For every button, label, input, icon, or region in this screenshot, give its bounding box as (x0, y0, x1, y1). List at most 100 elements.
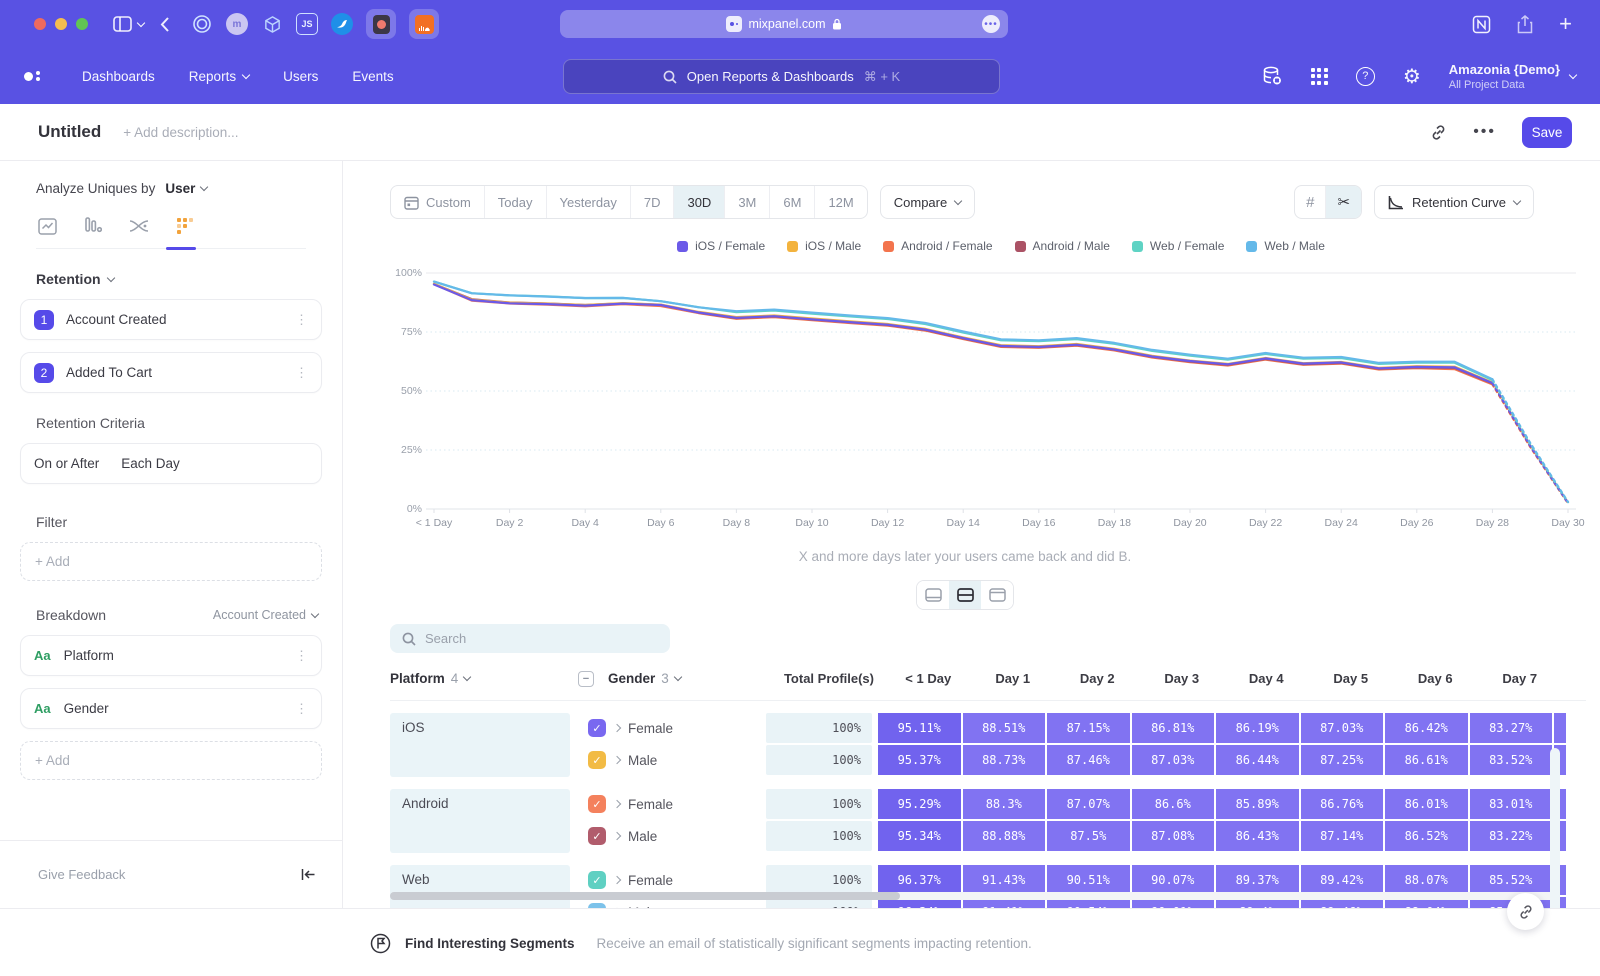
column-header-day-2[interactable]: Day 2 (1055, 671, 1140, 686)
retention-value-cell[interactable]: 87.03% (1132, 745, 1215, 775)
date-range-custom[interactable]: Custom (391, 186, 485, 218)
retention-value-cell[interactable]: 83.52% (1470, 745, 1553, 775)
nav-link-users[interactable]: Users (283, 69, 318, 84)
series-checkbox[interactable]: ✓ (588, 719, 606, 737)
column-header-day-1[interactable]: Day 1 (971, 671, 1056, 686)
expand-chevron-icon[interactable] (613, 832, 621, 840)
report-title[interactable]: Untitled (38, 122, 101, 142)
gender-cell[interactable]: ✓Female (578, 789, 766, 819)
retention-value-cell[interactable]: 95.29% (878, 789, 961, 819)
table-search-input[interactable]: Search (390, 624, 670, 653)
retention-value-cell[interactable]: 87.46% (1047, 745, 1130, 775)
analyze-value-dropdown[interactable]: User (165, 181, 195, 196)
layout-chart-only-button[interactable] (917, 581, 949, 609)
date-range-3m[interactable]: 3M (725, 186, 770, 218)
expand-chevron-icon[interactable] (613, 876, 621, 884)
column-header-day-6[interactable]: Day 6 (1393, 671, 1478, 686)
retention-value-cell[interactable]: 95.11% (878, 713, 961, 743)
date-range-7d[interactable]: 7D (631, 186, 675, 218)
back-button[interactable] (160, 17, 169, 32)
retention-value-cell[interactable]: 89.37% (1216, 865, 1299, 895)
new-tab-icon[interactable]: + (1559, 11, 1572, 37)
retention-value-cell[interactable]: 88.07% (1385, 865, 1468, 895)
retention-value-cell[interactable]: 87.07% (1047, 789, 1130, 819)
column-header-day-4[interactable]: Day 4 (1224, 671, 1309, 686)
retention-value-cell[interactable]: 95.34% (878, 821, 961, 851)
retention-value-cell[interactable]: 87.5% (1047, 821, 1130, 851)
add-description-field[interactable]: + Add description... (123, 125, 238, 140)
platform-cell[interactable]: Android (390, 789, 570, 853)
date-range-today[interactable]: Today (485, 186, 547, 218)
copy-link-icon[interactable] (1430, 124, 1447, 141)
retention-value-cell[interactable]: 86.43% (1216, 821, 1299, 851)
retention-value-cell[interactable]: 86.6% (1132, 789, 1215, 819)
retention-value-cell[interactable]: 85.52% (1470, 865, 1553, 895)
gender-cell[interactable]: ✓Male (578, 821, 766, 851)
share-icon[interactable] (1517, 15, 1533, 34)
retention-value-cell[interactable]: 87.08% (1132, 821, 1215, 851)
retention-value-cell[interactable]: 95.37% (878, 745, 961, 775)
tab-insights-icon[interactable] (36, 216, 58, 236)
retention-value-cell[interactable]: 88.73% (963, 745, 1046, 775)
date-range-30d[interactable]: 30D (674, 186, 725, 218)
date-range-6m[interactable]: 6M (770, 186, 815, 218)
retention-value-cell[interactable]: 86.81% (1132, 713, 1215, 743)
criteria-card[interactable]: On or After Each Day (20, 443, 322, 484)
gender-cell[interactable]: ✓Female (578, 713, 766, 743)
collapse-sidebar-icon[interactable] (301, 868, 316, 881)
horizontal-scrollbar[interactable] (390, 892, 1554, 900)
retention-value-cell[interactable]: 83.22% (1470, 821, 1553, 851)
retention-value-cell[interactable]: 83.01% (1470, 789, 1553, 819)
mixpanel-logo[interactable] (24, 71, 40, 81)
global-search[interactable]: Open Reports & Dashboards ⌘ + K (563, 59, 1000, 94)
retention-value-cell[interactable]: 90.51% (1047, 865, 1130, 895)
retention-value-cell[interactable]: 87.25% (1301, 745, 1384, 775)
step-more-button[interactable]: ⋮ (295, 312, 308, 328)
select-all-checkbox[interactable]: − (578, 671, 594, 687)
retention-value-cell[interactable]: 86.01% (1385, 789, 1468, 819)
compare-button[interactable]: Compare (880, 185, 975, 219)
save-button[interactable]: Save (1522, 117, 1572, 148)
target-extension-icon[interactable] (191, 13, 213, 35)
legend-item[interactable]: iOS / Female (677, 239, 765, 253)
gender-cell[interactable]: ✓Male (578, 745, 766, 775)
series-checkbox[interactable]: ✓ (588, 871, 606, 889)
more-options-button[interactable]: ••• (1473, 123, 1496, 141)
notes-app-extension-icon[interactable] (366, 9, 396, 39)
platform-cell[interactable]: iOS (390, 713, 570, 777)
legend-item[interactable]: Android / Female (883, 239, 992, 253)
legend-item[interactable]: Web / Female (1132, 239, 1224, 253)
retention-value-cell[interactable]: 86.76% (1301, 789, 1384, 819)
retention-value-cell[interactable]: 90.07% (1132, 865, 1215, 895)
series-checkbox[interactable]: ✓ (588, 795, 606, 813)
project-switcher[interactable]: Amazonia {Demo} All Project Data (1449, 62, 1576, 91)
breakdown-add-button[interactable]: + Add (20, 741, 322, 780)
vertical-scrollbar[interactable] (1550, 748, 1560, 908)
expand-chevron-icon[interactable] (613, 800, 621, 808)
retention-value-cell[interactable]: 88.88% (963, 821, 1046, 851)
expand-chevron-icon[interactable] (613, 756, 621, 764)
gender-column-header[interactable]: −Gender3 (578, 671, 774, 687)
tab-funnels-icon[interactable] (82, 216, 104, 236)
breakdown-selector[interactable]: Account Created (213, 608, 318, 622)
apps-grid-icon[interactable] (1311, 68, 1328, 85)
address-bar[interactable]: mixpanel.com ••• (560, 10, 1008, 38)
column-header-day-5[interactable]: Day 5 (1309, 671, 1394, 686)
retention-value-cell[interactable]: 86.44% (1216, 745, 1299, 775)
nav-link-reports[interactable]: Reports (189, 69, 249, 84)
breakdown-item-gender[interactable]: AaGender⋮ (20, 688, 322, 729)
share-link-fab[interactable] (1507, 893, 1544, 930)
column-header-total-profile-s-[interactable]: Total Profile(s) (774, 671, 886, 686)
give-feedback-link[interactable]: Give Feedback (38, 867, 125, 882)
data-management-icon[interactable] (1261, 65, 1283, 87)
trim-toggle-icon[interactable]: ✂ (1326, 186, 1361, 218)
retention-value-cell[interactable]: 86.19% (1216, 713, 1299, 743)
column-header-day-7[interactable]: Day 7 (1478, 671, 1563, 686)
retention-value-cell[interactable]: 83.27% (1470, 713, 1553, 743)
retention-value-cell[interactable]: 86.42% (1385, 713, 1468, 743)
date-range-12m[interactable]: 12M (815, 186, 866, 218)
help-icon[interactable]: ? (1356, 67, 1375, 86)
criteria-each-day[interactable]: Each Day (121, 456, 180, 471)
column-header-day-3[interactable]: Day 3 (1140, 671, 1225, 686)
chart-type-button[interactable]: Retention Curve (1374, 185, 1534, 219)
